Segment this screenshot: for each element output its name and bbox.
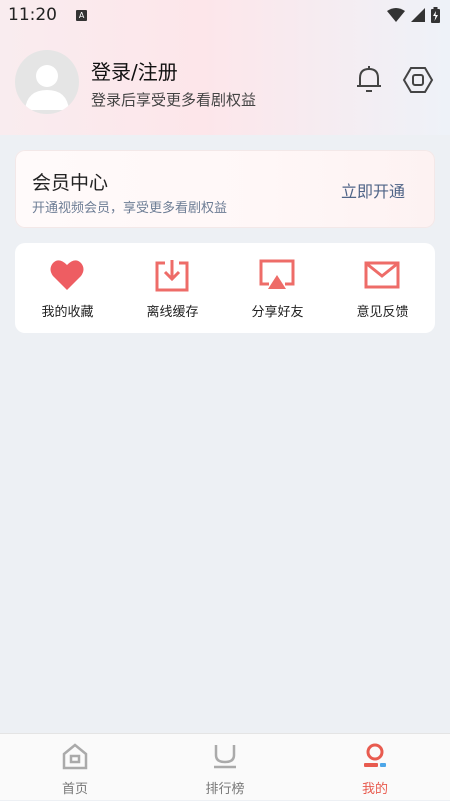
avatar[interactable] <box>15 50 79 114</box>
mail-icon <box>364 261 400 289</box>
tab-ranking[interactable]: 排行榜 <box>150 734 300 801</box>
vip-center-card[interactable]: 会员中心 开通视频会员，享受更多看剧权益 立即开通 <box>15 150 435 228</box>
signal-icon <box>411 8 425 22</box>
status-time: 11:20 <box>8 5 57 25</box>
offline-cache-button[interactable]: 离线缓存 <box>120 243 225 333</box>
home-icon <box>62 743 88 770</box>
status-bar: 11:20 A <box>0 0 450 30</box>
tab-ranking-label: 排行榜 <box>205 782 245 797</box>
wifi-icon <box>387 8 405 22</box>
quick-actions: 我的收藏 离线缓存 分享好友 意见反馈 <box>15 243 435 333</box>
default-avatar-icon <box>25 65 69 110</box>
feedback-button[interactable]: 意见反馈 <box>330 243 435 333</box>
share-screen-icon <box>259 259 295 289</box>
notification-badge-icon: A <box>76 10 88 21</box>
vip-subtitle: 开通视频会员，享受更多看剧权益 <box>32 201 228 216</box>
login-register-link[interactable]: 登录/注册 <box>91 56 178 85</box>
ranking-icon <box>214 745 236 769</box>
favorites-label: 我的收藏 <box>41 305 94 320</box>
bell-icon[interactable] <box>353 64 385 96</box>
share-friends-button[interactable]: 分享好友 <box>225 243 330 333</box>
battery-icon <box>431 7 440 23</box>
login-subtitle: 登录后享受更多看剧权益 <box>91 91 257 109</box>
status-left: 11:20 A <box>8 5 88 25</box>
profile-icon <box>364 743 386 767</box>
hexagon-settings-icon[interactable] <box>402 64 434 96</box>
share-friends-label: 分享好友 <box>251 305 304 320</box>
profile-header[interactable]: 登录/注册 登录后享受更多看剧权益 <box>15 50 435 116</box>
tab-home-label: 首页 <box>61 782 88 797</box>
vip-title: 会员中心 <box>32 172 109 194</box>
feedback-label: 意见反馈 <box>356 305 409 320</box>
tab-home[interactable]: 首页 <box>0 734 150 801</box>
download-icon <box>155 260 189 292</box>
activate-vip-button[interactable]: 立即开通 <box>341 178 405 202</box>
offline-cache-label: 离线缓存 <box>146 305 199 320</box>
status-right <box>387 7 440 23</box>
tab-mine[interactable]: 我的 <box>300 734 450 801</box>
favorites-button[interactable]: 我的收藏 <box>15 243 120 333</box>
bottom-tab-bar: 首页 排行榜 我的 <box>0 733 450 800</box>
heart-icon <box>50 260 84 290</box>
tab-mine-label: 我的 <box>361 782 388 797</box>
